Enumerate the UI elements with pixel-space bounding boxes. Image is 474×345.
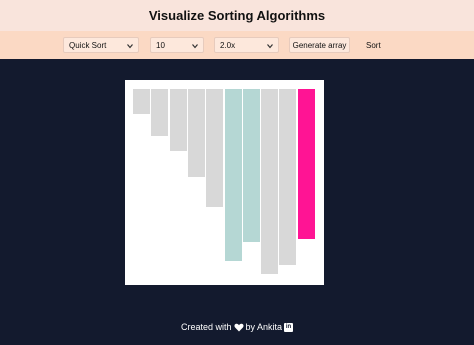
- array-size-select[interactable]: 10: [150, 37, 204, 53]
- generate-array-button[interactable]: Generate array: [289, 37, 350, 53]
- array-bar: [243, 89, 260, 242]
- toolbar: Quick Sort 10 2.0x Generate array Sort: [0, 31, 474, 59]
- array-bar: [298, 89, 315, 239]
- page-title: Visualize Sorting Algorithms: [148, 8, 326, 23]
- array-bar: [133, 89, 150, 114]
- algorithm-select[interactable]: Quick Sort: [63, 37, 139, 53]
- chevron-down-icon: [127, 44, 133, 49]
- array-bar: [225, 89, 242, 261]
- footer-author: by Ankita: [245, 322, 283, 332]
- algorithm-select-value: Quick Sort: [69, 40, 107, 50]
- speed-select-value: 2.0x: [220, 40, 236, 50]
- linkedin-icon[interactable]: in: [284, 322, 294, 332]
- array-bar: [279, 89, 296, 265]
- array-bar: [188, 89, 205, 177]
- array-bar: [206, 89, 223, 207]
- array-bar: [151, 89, 168, 136]
- sort-button[interactable]: Sort: [366, 37, 381, 53]
- speed-select[interactable]: 2.0x: [214, 37, 279, 53]
- footer-created-with: Created with: [180, 322, 232, 332]
- footer: Created with by Ankita in: [0, 320, 474, 334]
- array-size-select-value: 10: [156, 40, 165, 50]
- array-bar: [261, 89, 278, 274]
- chevron-down-icon: [267, 44, 273, 49]
- header: Visualize Sorting Algorithms: [0, 0, 474, 31]
- heart-icon: [233, 323, 244, 331]
- array-bar: [170, 89, 187, 151]
- chevron-down-icon: [192, 44, 198, 49]
- visualizer-panel: [125, 80, 324, 285]
